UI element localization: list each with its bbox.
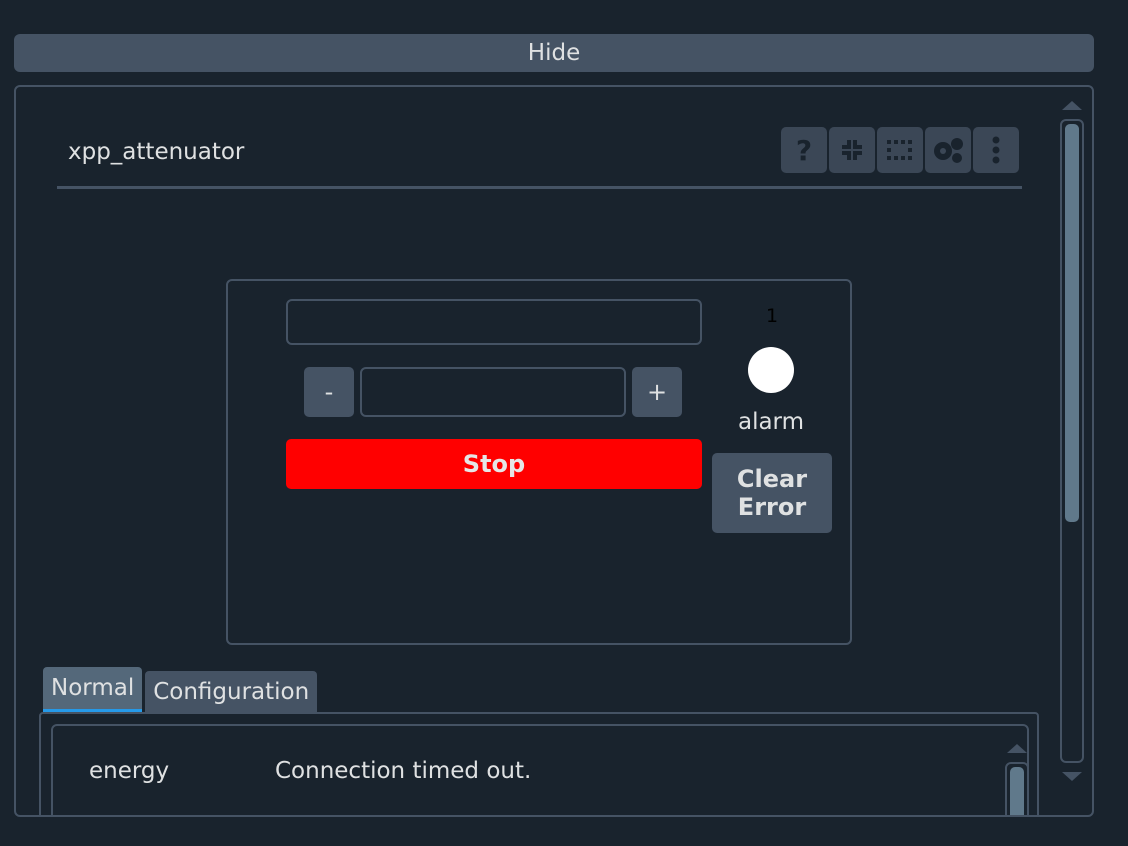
- scroll-thumb[interactable]: [1065, 124, 1079, 522]
- grid-button[interactable]: [877, 127, 923, 173]
- hide-button[interactable]: Hide: [14, 34, 1094, 72]
- scroll-track[interactable]: [1060, 119, 1084, 763]
- clear-error-button[interactable]: Clear Error: [712, 453, 832, 533]
- help-icon: ?: [795, 133, 813, 167]
- device-title: xpp_attenuator: [68, 139, 245, 165]
- settings-button[interactable]: [925, 127, 971, 173]
- collapse-button[interactable]: [829, 127, 875, 173]
- collapse-icon: [842, 140, 862, 160]
- more-button[interactable]: [973, 127, 1019, 173]
- device-panel: xpp_attenuator ? - + Stop 1 alarm Clear …: [14, 85, 1094, 817]
- grid-icon: [887, 140, 912, 160]
- settings-icon: [934, 138, 963, 163]
- tab-configuration[interactable]: Configuration: [145, 671, 318, 713]
- signal-list: energy Connection timed out.: [51, 724, 1029, 815]
- tab-bar: Normal Configuration: [43, 667, 318, 713]
- tab-pane-normal: energy Connection timed out.: [39, 712, 1039, 815]
- alarm-indicator: [748, 347, 794, 393]
- scroll-up-icon[interactable]: [1062, 101, 1082, 110]
- tab-normal[interactable]: Normal: [43, 667, 143, 713]
- decrement-button[interactable]: -: [304, 367, 354, 417]
- header-divider: [57, 186, 1022, 189]
- more-vertical-icon: [992, 136, 1000, 164]
- signal-name-energy: energy: [89, 758, 170, 784]
- device-toolbar: ?: [781, 127, 1019, 173]
- readback-field: [286, 299, 702, 345]
- signal-list-scrollbar[interactable]: [1005, 744, 1027, 815]
- alarm-label: alarm: [737, 409, 805, 435]
- alarm-count: 1: [765, 305, 779, 327]
- scroll-track[interactable]: [1005, 762, 1027, 815]
- scroll-thumb[interactable]: [1010, 767, 1024, 815]
- increment-button[interactable]: +: [632, 367, 682, 417]
- scroll-up-icon[interactable]: [1007, 744, 1027, 753]
- help-button[interactable]: ?: [781, 127, 827, 173]
- signal-value-energy: Connection timed out.: [275, 758, 532, 784]
- scroll-down-icon[interactable]: [1062, 772, 1082, 781]
- stop-button[interactable]: Stop: [286, 439, 702, 489]
- setpoint-input[interactable]: [360, 367, 626, 417]
- panel-scrollbar[interactable]: [1060, 101, 1084, 781]
- motion-control-box: - + Stop 1 alarm Clear Error: [226, 279, 852, 645]
